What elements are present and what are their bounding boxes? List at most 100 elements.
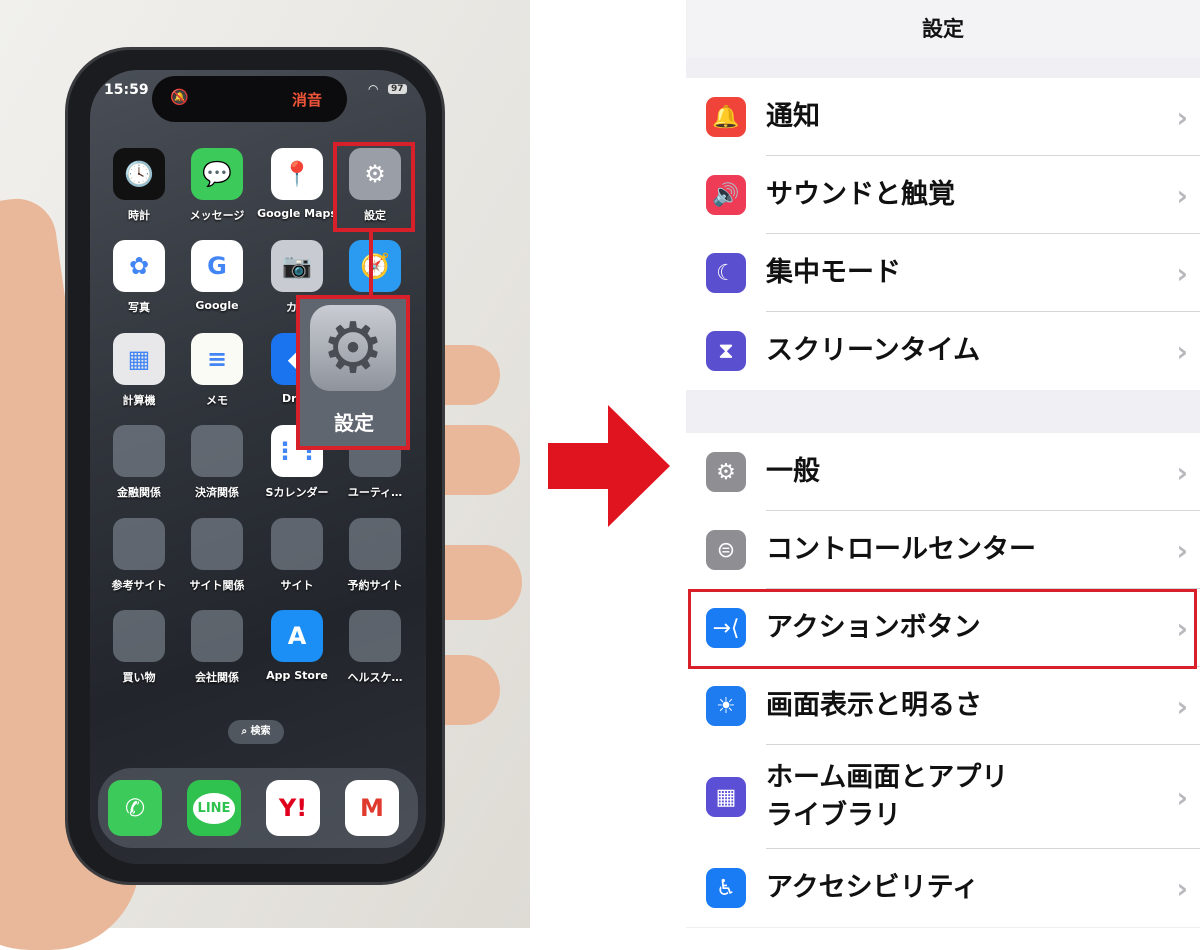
settings-row-label: コントロールセンター	[766, 534, 1036, 565]
settings-row-gear[interactable]: ⚙ 一般 ›	[686, 433, 1200, 511]
google-maps-icon: 📍	[271, 148, 323, 200]
settings-row-home-grid[interactable]: ▦ ホーム画面とアプリ ライブラリ ›	[686, 745, 1200, 849]
iphone-photo: 15:59 🔕 消音 ◠ 97 🕓 時計 💬 メッセージ 📍 Google Maps ⚙ 設定…	[0, 0, 530, 950]
search-label: 検索	[250, 726, 271, 737]
app-folder[interactable]: サイト関係	[190, 518, 245, 593]
search-pill[interactable]: ⌕ 検索	[228, 720, 284, 744]
app-label: 金融関係	[117, 486, 161, 499]
chevron-right-icon: ›	[1176, 256, 1188, 290]
chevron-right-icon: ›	[1176, 871, 1188, 905]
folder-icon	[113, 425, 165, 477]
gear-icon: ⚙	[706, 452, 746, 492]
action-button-highlight	[688, 589, 1197, 669]
calculator-icon: ▦	[113, 333, 165, 385]
settings-highlight-large	[296, 295, 410, 450]
photos-icon: ✿	[113, 240, 165, 292]
sun-icon: ☀	[706, 686, 746, 726]
app-label: Google Maps	[257, 207, 337, 220]
bell-icon: 🔔	[706, 97, 746, 137]
app-folder[interactable]: 予約サイト	[348, 518, 403, 593]
settings-row-label: アクセシビリティ	[766, 872, 980, 903]
home-grid-icon: ▦	[706, 777, 746, 817]
app-label: 買い物	[122, 671, 156, 684]
chevron-right-icon: ›	[1176, 178, 1188, 212]
app-folder[interactable]: 会社関係	[190, 610, 244, 685]
settings-row-label: スクリーンタイム	[766, 335, 981, 366]
clock-icon: 🕓	[113, 148, 165, 200]
moon-icon: ☾	[706, 253, 746, 293]
app-notes[interactable]: ≡ メモ	[190, 333, 244, 408]
app-google[interactable]: G Google	[190, 240, 244, 312]
app-photos[interactable]: ✿ 写真	[112, 240, 166, 315]
settings-row-bell[interactable]: 🔔 通知 ›	[686, 78, 1200, 156]
settings-title: 設定	[686, 0, 1200, 58]
app-safari[interactable]: 🧭	[348, 240, 402, 299]
app-calculator[interactable]: ▦ 計算機	[112, 333, 166, 408]
camera-icon: 📷	[271, 240, 323, 292]
app-folder[interactable]: 参考サイト	[112, 518, 167, 593]
app-folder[interactable]: 決済関係	[190, 425, 244, 500]
dock: ✆ LINE Y! M	[98, 768, 418, 848]
app-folder[interactable]: ヘルスケ…	[348, 610, 403, 685]
settings-row-sun[interactable]: ☀ 画面表示と明るさ ›	[686, 667, 1200, 745]
folder-icon	[113, 518, 165, 570]
app-messages[interactable]: 💬 メッセージ	[190, 148, 244, 223]
app-folder[interactable]: サイト	[270, 518, 324, 593]
settings-highlight-small	[333, 142, 415, 232]
phone-icon[interactable]: ✆	[108, 780, 162, 836]
battery-indicator: 97	[388, 84, 407, 94]
mute-label: 消音	[292, 91, 323, 109]
settings-group: ⚙ 一般 › ⊜ コントロールセンター › →⟨ アクションボタン › ☀ 画面表示と明るさ › ▦ ホー…	[686, 433, 1200, 927]
settings-row-label: 集中モード	[766, 257, 901, 288]
app-app-store[interactable]: A App Store	[266, 610, 328, 682]
google-icon: G	[191, 240, 243, 292]
yahoo-icon[interactable]: Y!	[266, 780, 320, 836]
wifi-icon: ◠	[368, 82, 379, 96]
settings-row-label: 画面表示と明るさ	[766, 690, 982, 721]
app-label: メモ	[206, 394, 228, 407]
app-folder[interactable]: 買い物	[112, 610, 166, 685]
speaker-icon: 🔊	[706, 175, 746, 215]
chevron-right-icon: ›	[1176, 334, 1188, 368]
settings-row-hourglass[interactable]: ⧗ スクリーンタイム ›	[686, 312, 1200, 390]
settings-row-toggles[interactable]: ⊜ コントロールセンター ›	[686, 511, 1200, 589]
folder-icon	[113, 610, 165, 662]
settings-row-accessibility[interactable]: ♿ アクセシビリティ ›	[686, 849, 1200, 927]
folder-icon	[191, 425, 243, 477]
settings-row-label: 通知	[766, 101, 820, 132]
gmail-icon[interactable]: M	[345, 780, 399, 836]
app-label: 写真	[128, 301, 150, 314]
arrow-right-icon	[548, 405, 670, 527]
line-icon[interactable]: LINE	[187, 780, 241, 836]
settings-row-action-button[interactable]: →⟨ アクションボタン ›	[686, 589, 1200, 669]
chevron-right-icon: ›	[1176, 455, 1188, 489]
safari-icon: 🧭	[349, 240, 401, 292]
settings-row-label: 一般	[766, 456, 820, 487]
search-icon: ⌕	[241, 726, 251, 737]
settings-screen: 設定 🔔 通知 › 🔊 サウンドと触覚 › ☾ 集中モード › ⧗ スクリーンタイム › ⚙ 一般 › ⊜ コ…	[686, 0, 1200, 928]
hourglass-icon: ⧗	[706, 331, 746, 371]
app-label: サイト	[280, 579, 314, 592]
settings-row-label: サウンドと触覚	[766, 179, 955, 210]
status-time: 15:59	[104, 82, 149, 98]
app-label: 予約サイト	[347, 579, 403, 592]
app-folder[interactable]: 金融関係	[112, 425, 166, 500]
app-label: 会社関係	[195, 671, 239, 684]
app-label: 参考サイト	[111, 579, 167, 592]
app-store-icon: A	[271, 610, 323, 662]
app-label: サイト関係	[189, 579, 245, 592]
messages-icon: 💬	[191, 148, 243, 200]
toggles-icon: ⊜	[706, 530, 746, 570]
app-label: App Store	[266, 669, 328, 682]
chevron-right-icon: ›	[1176, 100, 1188, 134]
settings-row-speaker[interactable]: 🔊 サウンドと触覚 ›	[686, 156, 1200, 234]
app-clock[interactable]: 🕓 時計	[112, 148, 166, 223]
folder-icon	[191, 610, 243, 662]
chevron-right-icon: ›	[1176, 533, 1188, 567]
app-label: 時計	[128, 209, 150, 222]
app-google-maps[interactable]: 📍 Google Maps	[257, 148, 337, 220]
app-label: Sカレンダー	[265, 486, 329, 499]
accessibility-icon: ♿	[706, 868, 746, 908]
settings-row-moon[interactable]: ☾ 集中モード ›	[686, 234, 1200, 312]
app-label: メッセージ	[189, 209, 245, 222]
